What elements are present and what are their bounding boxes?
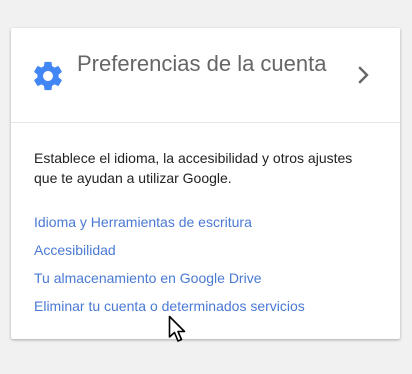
account-preferences-card: Preferencias de la cuenta Establece el i…: [11, 28, 400, 339]
list-item: Tu almacenamiento en Google Drive: [34, 269, 305, 297]
card-title: Preferencias de la cuenta: [77, 51, 327, 76]
language-tools-link[interactable]: Idioma y Herramientas de escritura: [34, 214, 252, 230]
mouse-cursor-icon: [168, 315, 186, 342]
gear-icon: [34, 61, 62, 91]
card-header[interactable]: Preferencias de la cuenta: [11, 28, 400, 123]
accessibility-link[interactable]: Accesibilidad: [34, 242, 116, 258]
list-item: Accesibilidad: [34, 241, 305, 269]
chevron-right-icon[interactable]: [355, 65, 373, 85]
drive-storage-link[interactable]: Tu almacenamiento en Google Drive: [34, 270, 262, 286]
card-description: Establece el idioma, la accesibilidad y …: [34, 150, 353, 186]
list-item: Idioma y Herramientas de escritura: [34, 213, 305, 241]
settings-links-list: Idioma y Herramientas de escritura Acces…: [34, 213, 305, 325]
delete-account-link[interactable]: Eliminar tu cuenta o determinados servic…: [34, 298, 305, 314]
